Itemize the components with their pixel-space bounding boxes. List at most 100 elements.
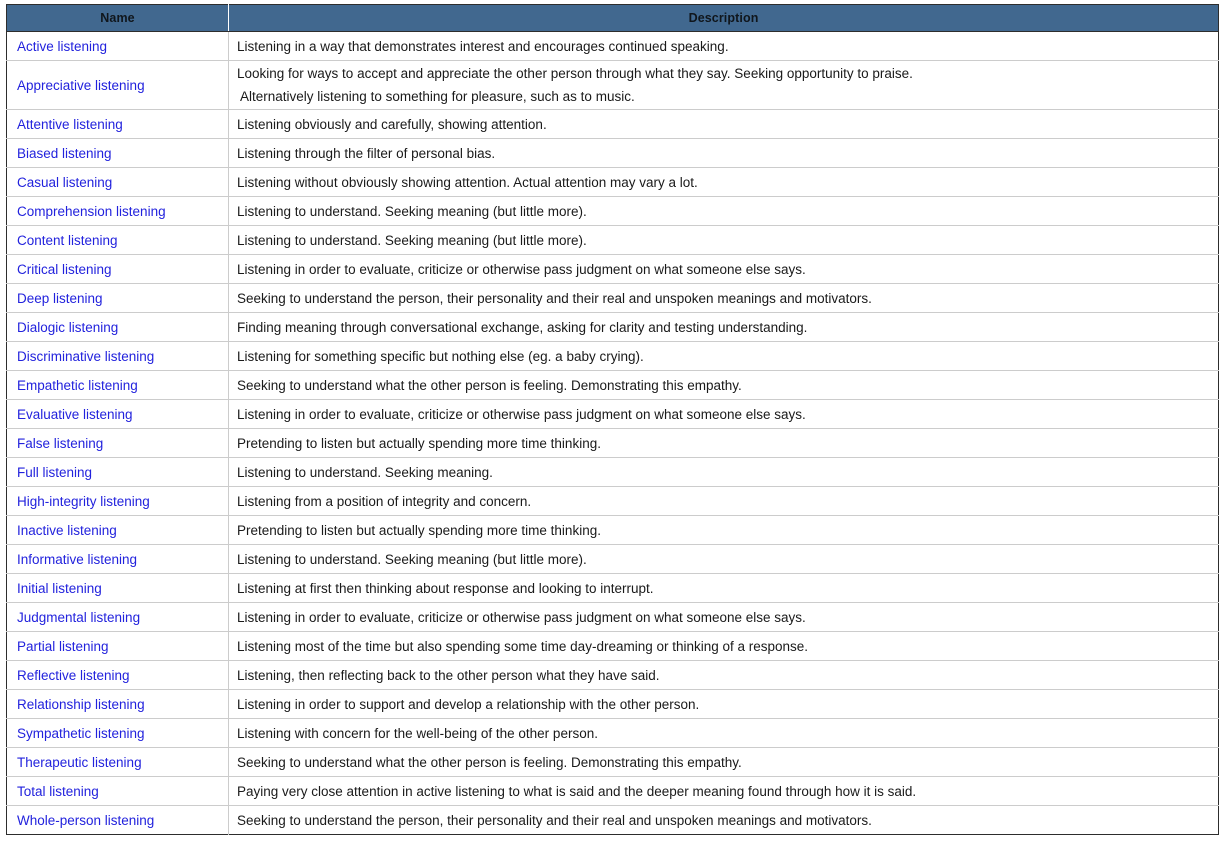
description-line: Listening, then reflecting back to the o…: [237, 667, 660, 683]
listening-type-link[interactable]: Partial listening: [17, 639, 109, 654]
listening-type-link[interactable]: Judgmental listening: [17, 610, 140, 625]
description-cell: Paying very close attention in active li…: [228, 776, 1219, 806]
table-row: Partial listening Listening most of the t…: [6, 631, 1219, 661]
listening-type-link[interactable]: False listening: [17, 436, 103, 451]
name-cell: Empathetic listening: [6, 370, 229, 400]
table-row: False listening Pretending to listen but …: [6, 428, 1219, 458]
description-cell: Listening with concern for the well-bein…: [228, 718, 1219, 748]
table-row: Total listening Paying very close attenti…: [6, 776, 1219, 806]
listening-type-link[interactable]: Informative listening: [17, 552, 137, 567]
table-row: Judgmental listening Listening in order t…: [6, 602, 1219, 632]
listening-type-link[interactable]: Whole-person listening: [17, 813, 154, 828]
table-row: Relationship listening Listening in order…: [6, 689, 1219, 719]
listening-type-link[interactable]: Sympathetic listening: [17, 726, 145, 741]
listening-type-link[interactable]: Full listening: [17, 465, 92, 480]
description-cell: Listening at first then thinking about r…: [228, 573, 1219, 603]
listening-types-table: Name Description Active listening Listeni…: [6, 4, 1219, 835]
listening-type-link[interactable]: Reflective listening: [17, 668, 130, 683]
listening-type-link[interactable]: Relationship listening: [17, 697, 145, 712]
description-cell: Listening, then reflecting back to the o…: [228, 660, 1219, 690]
name-cell: Therapeutic listening: [6, 747, 229, 777]
description-cell: Listening in order to evaluate, criticiz…: [228, 399, 1219, 429]
description-line: Listening in a way that demonstrates int…: [237, 38, 729, 54]
table-row: Reflective listening Listening, then refl…: [6, 660, 1219, 690]
listening-type-link[interactable]: Critical listening: [17, 262, 112, 277]
table-row: Casual listening Listening without obviou…: [6, 167, 1219, 197]
table-row: Deep listening Seeking to understand the …: [6, 283, 1219, 313]
description-cell: Listening to understand. Seeking meaning…: [228, 544, 1219, 574]
listening-type-link[interactable]: Casual listening: [17, 175, 112, 190]
description-cell: Finding meaning through conversational e…: [228, 312, 1219, 342]
name-cell: False listening: [6, 428, 229, 458]
description-line: Listening at first then thinking about r…: [237, 580, 654, 596]
listening-type-link[interactable]: Inactive listening: [17, 523, 117, 538]
table-row: Content listening Listening to understand…: [6, 225, 1219, 255]
description-cell: Listening in order to support and develo…: [228, 689, 1219, 719]
table-row: Dialogic listening Finding meaning throug…: [6, 312, 1219, 342]
name-cell: Total listening: [6, 776, 229, 806]
description-cell: Listening without obviously showing atte…: [228, 167, 1219, 197]
listening-type-link[interactable]: Dialogic listening: [17, 320, 118, 335]
description-cell: Listening for something specific but not…: [228, 341, 1219, 371]
table-row: Biased listening Listening through the fi…: [6, 138, 1219, 168]
description-line: Listening to understand. Seeking meaning…: [237, 464, 493, 480]
listening-type-link[interactable]: Appreciative listening: [17, 78, 145, 93]
table-body: Active listening Listening in a way that …: [6, 31, 1219, 835]
listening-type-link[interactable]: High-integrity listening: [17, 494, 150, 509]
table-row: Appreciative listening Looking for ways t…: [6, 60, 1219, 110]
name-cell: High-integrity listening: [6, 486, 229, 516]
name-cell: Initial listening: [6, 573, 229, 603]
description-line: Listening to understand. Seeking meaning…: [237, 232, 587, 248]
name-cell: Critical listening: [6, 254, 229, 284]
description-line: Listening for something specific but not…: [237, 348, 644, 364]
name-cell: Attentive listening: [6, 109, 229, 139]
listening-type-link[interactable]: Attentive listening: [17, 117, 123, 132]
description-line: Seeking to understand what the other per…: [237, 377, 742, 393]
description-line: Finding meaning through conversational e…: [237, 319, 808, 335]
name-cell: Sympathetic listening: [6, 718, 229, 748]
listening-type-link[interactable]: Empathetic listening: [17, 378, 138, 393]
name-cell: Biased listening: [6, 138, 229, 168]
column-header-name[interactable]: Name: [6, 4, 229, 32]
listening-type-link[interactable]: Initial listening: [17, 581, 102, 596]
description-cell: Listening to understand. Seeking meaning…: [228, 225, 1219, 255]
table-row: Whole-person listening Seeking to underst…: [6, 805, 1219, 835]
description-cell: Listening to understand. Seeking meaning…: [228, 457, 1219, 487]
name-cell: Relationship listening: [6, 689, 229, 719]
name-cell: Content listening: [6, 225, 229, 255]
table-row: Discriminative listening Listening for so…: [6, 341, 1219, 371]
column-header-description[interactable]: Description: [228, 4, 1219, 32]
name-cell: Informative listening: [6, 544, 229, 574]
description-line: Listening in order to support and develo…: [237, 696, 700, 712]
description-cell: Seeking to understand what the other per…: [228, 370, 1219, 400]
description-line: Listening obviously and carefully, showi…: [237, 116, 547, 132]
description-cell: Listening in a way that demonstrates int…: [229, 32, 1219, 61]
description-cell: Listening through the filter of personal…: [228, 138, 1219, 168]
description-line: Listening most of the time but also spen…: [237, 638, 809, 654]
description-cell: Listening to understand. Seeking meaning…: [228, 196, 1219, 226]
description-line: Seeking to understand what the other per…: [237, 754, 742, 770]
description-cell: Listening obviously and carefully, showi…: [228, 109, 1219, 139]
description-line: Listening through the filter of personal…: [237, 145, 496, 161]
listening-type-link[interactable]: Total listening: [17, 784, 99, 799]
table-row: Comprehension listening Listening to unde…: [6, 196, 1219, 226]
listening-type-link[interactable]: Deep listening: [17, 291, 103, 306]
listening-type-link[interactable]: Comprehension listening: [17, 204, 166, 219]
listening-type-link[interactable]: Therapeutic listening: [17, 755, 142, 770]
name-cell: Full listening: [6, 457, 229, 487]
description-cell: Looking for ways to accept and appreciat…: [228, 60, 1219, 110]
name-cell: Active listening: [6, 31, 229, 61]
description-line: Looking for ways to accept and appreciat…: [237, 66, 913, 81]
listening-type-link[interactable]: Active listening: [17, 39, 107, 54]
listening-type-link[interactable]: Discriminative listening: [17, 349, 154, 364]
description-line: Listening to understand. Seeking meaning…: [237, 203, 587, 219]
description-line: Paying very close attention in active li…: [237, 783, 917, 799]
description-line: Alternatively listening to something for…: [237, 89, 635, 104]
listening-type-link[interactable]: Biased listening: [17, 146, 112, 161]
table-row: Critical listening Listening in order to …: [6, 254, 1219, 284]
listening-type-link[interactable]: Content listening: [17, 233, 118, 248]
description-line: Listening in order to evaluate, criticiz…: [237, 261, 806, 277]
listening-type-link[interactable]: Evaluative listening: [17, 407, 133, 422]
table-header: Name Description: [6, 4, 1219, 32]
name-cell: Judgmental listening: [6, 602, 229, 632]
